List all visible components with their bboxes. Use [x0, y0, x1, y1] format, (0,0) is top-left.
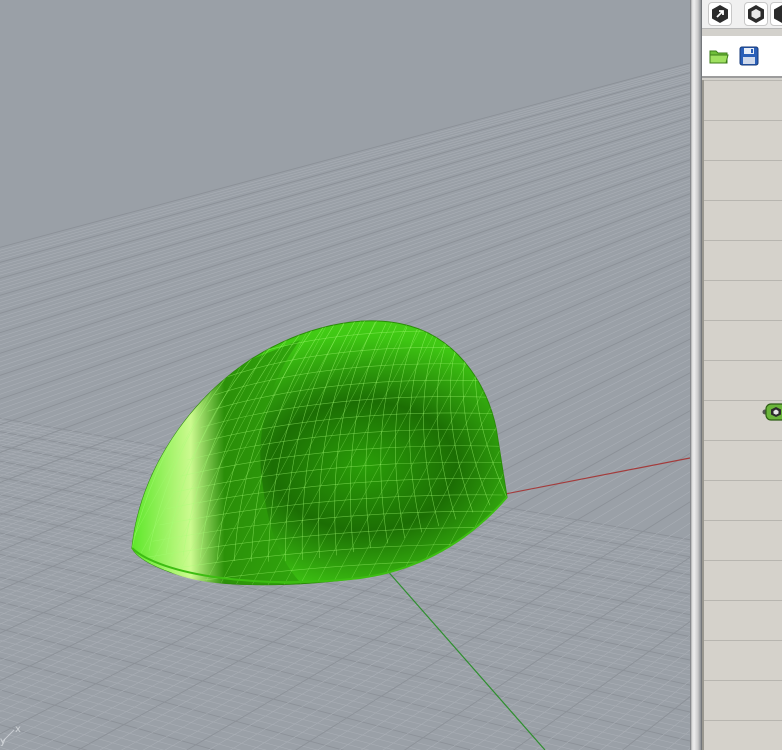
open-folder-icon[interactable]: [708, 45, 730, 67]
file-toolbar: 8: [702, 36, 782, 101]
application-window: y x: [0, 0, 782, 750]
panel-splitter[interactable]: [690, 0, 702, 750]
grasshopper-panel: 8: [702, 0, 782, 750]
axis-label-y: y: [0, 736, 6, 747]
cube-arrow-icon[interactable]: [708, 2, 732, 26]
hexagon-partial-icon[interactable]: [770, 2, 782, 26]
rhino-3d-viewport[interactable]: y x: [0, 0, 690, 750]
canvas-edge: [702, 80, 704, 750]
save-disk-icon[interactable]: [738, 45, 760, 67]
axis-label-x: x: [15, 724, 21, 735]
green-surface-mesh[interactable]: [0, 298, 690, 600]
component-tab-bar: [702, 0, 782, 29]
hexagon-icon[interactable]: [744, 2, 768, 26]
perspective-view[interactable]: y x: [0, 0, 690, 750]
grasshopper-component-icon[interactable]: [762, 401, 782, 423]
